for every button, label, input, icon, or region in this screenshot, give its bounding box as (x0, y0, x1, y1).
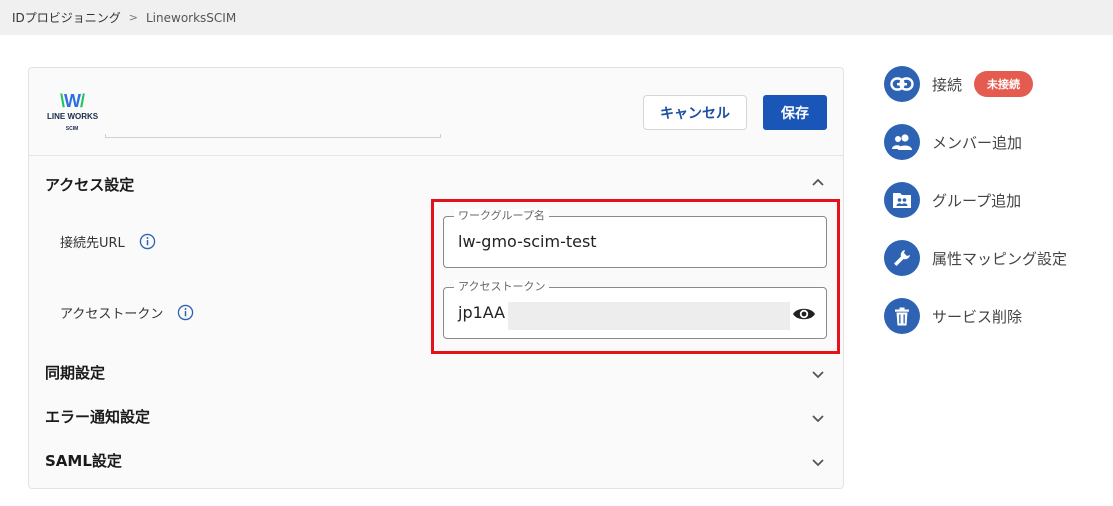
error-notify-title[interactable]: エラー通知設定 (45, 406, 150, 427)
save-button[interactable]: 保存 (763, 95, 827, 130)
people-icon (884, 124, 920, 160)
connect-label: 接続 (932, 75, 963, 94)
attribute-mapping-label: 属性マッピング設定 (932, 249, 1068, 268)
service-name-field[interactable] (105, 134, 441, 138)
card-header: \W/ LINE WORKS SCIM キャンセル 保存 (29, 68, 843, 156)
url-row: 接続先URL (60, 232, 156, 251)
side-item-add-member[interactable]: メンバー追加 (884, 124, 1022, 160)
trash-icon (884, 298, 920, 334)
highlight-box (431, 199, 840, 354)
chevron-down-icon[interactable] (809, 365, 827, 383)
breadcrumb-current: LineworksSCIM (146, 10, 237, 25)
side-item-connect[interactable]: 接続 未接続 (884, 66, 1034, 102)
side-item-attribute-mapping[interactable]: 属性マッピング設定 (884, 240, 1067, 276)
token-label: アクセストークン (60, 307, 164, 322)
cancel-button[interactable]: キャンセル (643, 95, 747, 130)
add-group-label: グループ追加 (932, 191, 1022, 210)
info-icon[interactable] (177, 304, 194, 321)
wrench-icon (884, 240, 920, 276)
breadcrumb-separator: > (128, 11, 138, 24)
info-icon[interactable] (139, 233, 156, 250)
side-item-add-group[interactable]: グループ追加 (884, 182, 1021, 218)
status-badge: 未接続 (974, 71, 1034, 97)
url-label: 接続先URL (60, 236, 125, 251)
token-row: アクセストークン (60, 303, 194, 322)
saml-settings-title[interactable]: SAML設定 (45, 450, 122, 471)
access-settings-title[interactable]: アクセス設定 (45, 174, 134, 195)
logo-brand: LINE WORKS (47, 112, 99, 121)
chevron-up-icon[interactable] (809, 174, 827, 192)
chevron-down-icon[interactable] (809, 409, 827, 427)
side-item-delete-service[interactable]: サービス削除 (884, 298, 1022, 334)
chevron-down-icon[interactable] (809, 453, 827, 471)
lineworks-logo: \W/ LINE WORKS SCIM (47, 91, 99, 132)
link-icon (884, 66, 920, 102)
breadcrumb-root[interactable]: IDプロビジョニング (12, 9, 121, 26)
breadcrumb: IDプロビジョニング > LineworksSCIM (0, 0, 1113, 35)
sync-settings-title[interactable]: 同期設定 (45, 362, 105, 383)
delete-service-label: サービス削除 (932, 307, 1023, 326)
add-member-label: メンバー追加 (932, 133, 1023, 152)
group-folder-icon (884, 182, 920, 218)
logo-sub: SCIM (65, 126, 79, 132)
